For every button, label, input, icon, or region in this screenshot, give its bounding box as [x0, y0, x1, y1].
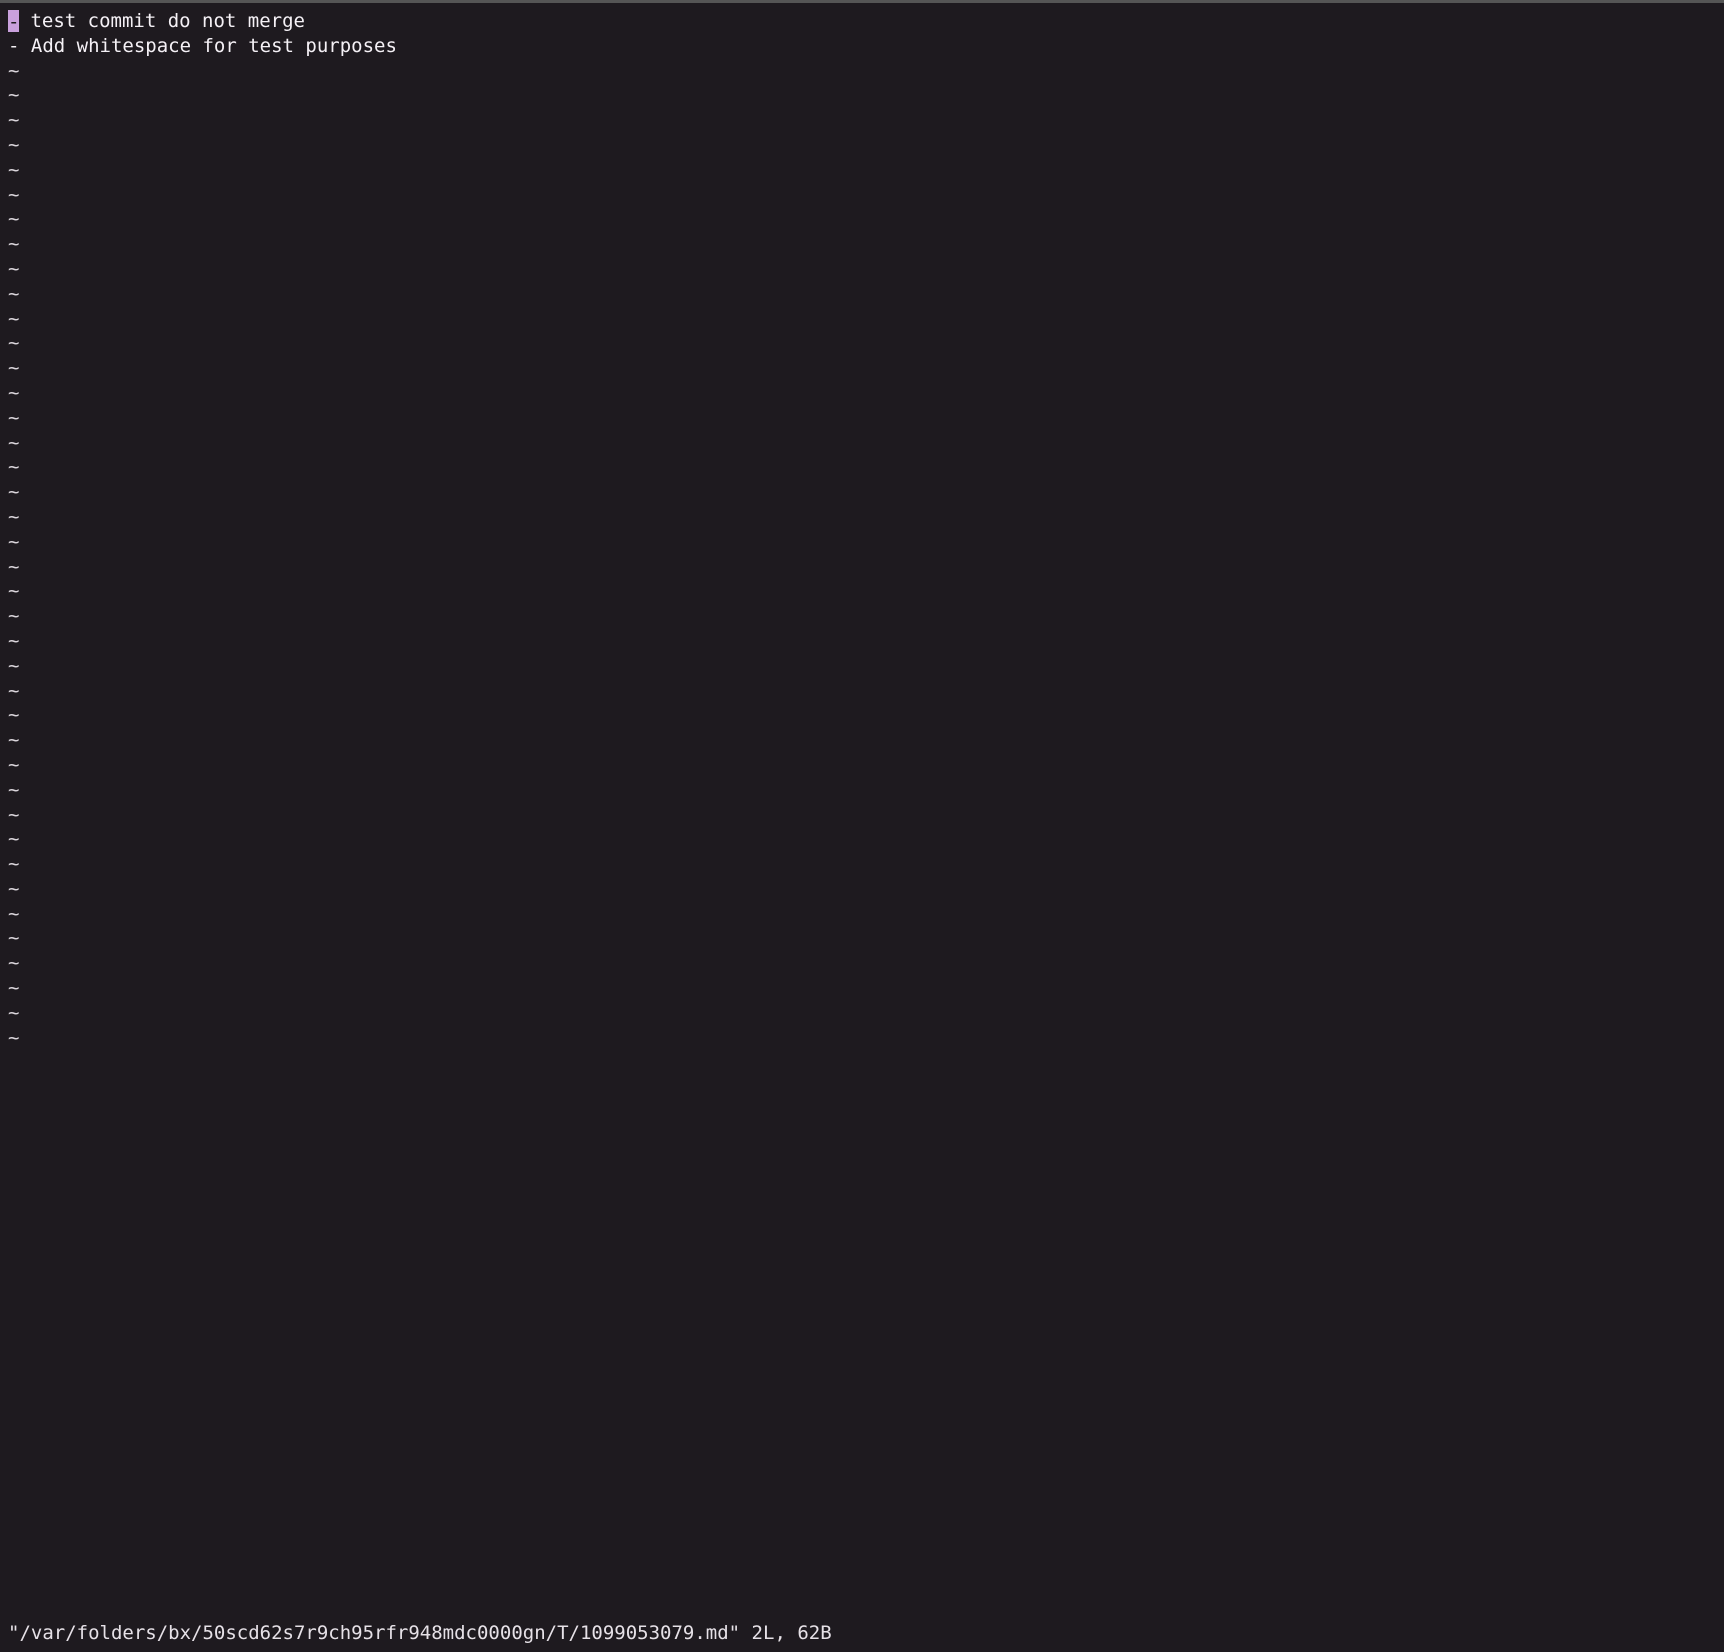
empty-line-marker: ~ — [8, 282, 1716, 307]
buffer-line[interactable]: - test commit do not merge — [8, 9, 1716, 34]
empty-line-marker: ~ — [8, 852, 1716, 877]
status-byte-count: 62B — [797, 1622, 831, 1644]
line-prefix: - — [8, 35, 19, 57]
empty-line-marker: ~ — [8, 108, 1716, 133]
empty-line-marker: ~ — [8, 158, 1716, 183]
empty-line-marker: ~ — [8, 331, 1716, 356]
line-text: test commit do not merge — [19, 10, 305, 32]
empty-line-marker: ~ — [8, 505, 1716, 530]
empty-line-marker: ~ — [8, 629, 1716, 654]
empty-line-marker: ~ — [8, 381, 1716, 406]
empty-line-marker: ~ — [8, 926, 1716, 951]
buffer-line[interactable]: - Add whitespace for test purposes — [8, 34, 1716, 59]
empty-line-marker: ~ — [8, 83, 1716, 108]
status-line-count: 2L — [752, 1622, 775, 1644]
empty-line-marker: ~ — [8, 951, 1716, 976]
empty-line-marker: ~ — [8, 827, 1716, 852]
editor-buffer[interactable]: - test commit do not merge - Add whitesp… — [0, 3, 1724, 1050]
empty-line-marker: ~ — [8, 232, 1716, 257]
empty-line-marker: ~ — [8, 207, 1716, 232]
empty-line-marker: ~ — [8, 976, 1716, 1001]
line-text: Add whitespace for test purposes — [19, 35, 397, 57]
empty-line-marker: ~ — [8, 654, 1716, 679]
empty-line-marker: ~ — [8, 406, 1716, 431]
empty-line-marker: ~ — [8, 257, 1716, 282]
status-filepath: "/var/folders/bx/50scd62s7r9ch95rfr948md… — [8, 1622, 740, 1644]
empty-line-marker: ~ — [8, 703, 1716, 728]
empty-line-marker: ~ — [8, 778, 1716, 803]
empty-line-marker: ~ — [8, 579, 1716, 604]
empty-line-marker: ~ — [8, 431, 1716, 456]
empty-line-marker: ~ — [8, 183, 1716, 208]
empty-line-marker: ~ — [8, 1001, 1716, 1026]
empty-line-marker: ~ — [8, 877, 1716, 902]
cursor-block: - — [8, 10, 19, 32]
empty-line-marker: ~ — [8, 803, 1716, 828]
empty-line-marker: ~ — [8, 530, 1716, 555]
status-bar: "/var/folders/bx/50scd62s7r9ch95rfr948md… — [8, 1622, 1716, 1644]
empty-line-marker: ~ — [8, 307, 1716, 332]
empty-line-marker: ~ — [8, 679, 1716, 704]
empty-line-marker: ~ — [8, 902, 1716, 927]
empty-line-marker: ~ — [8, 356, 1716, 381]
empty-line-marker: ~ — [8, 728, 1716, 753]
empty-line-marker: ~ — [8, 455, 1716, 480]
empty-line-marker: ~ — [8, 133, 1716, 158]
empty-line-marker: ~ — [8, 1026, 1716, 1051]
empty-line-marker: ~ — [8, 59, 1716, 84]
empty-line-marker: ~ — [8, 555, 1716, 580]
empty-line-marker: ~ — [8, 604, 1716, 629]
empty-line-marker: ~ — [8, 753, 1716, 778]
empty-line-marker: ~ — [8, 480, 1716, 505]
